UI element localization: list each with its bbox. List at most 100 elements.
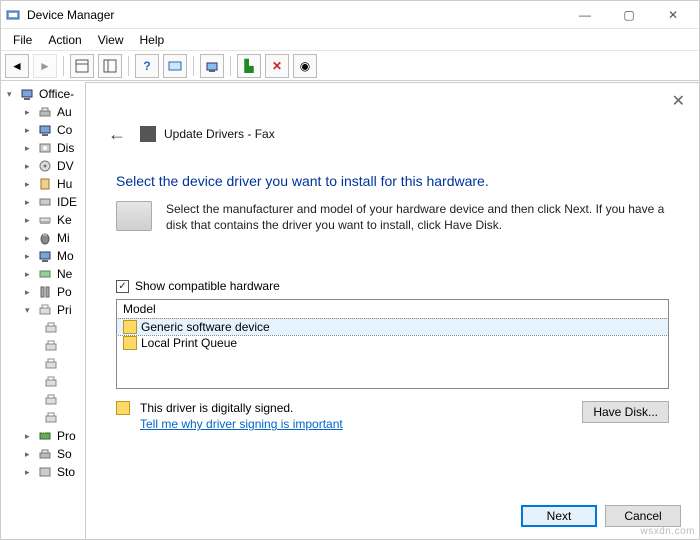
help-toolbtn[interactable]: ? bbox=[135, 54, 159, 78]
device-category-icon bbox=[37, 212, 53, 228]
app-icon bbox=[5, 7, 21, 23]
expand-icon[interactable]: ▾ bbox=[25, 305, 35, 316]
scan-toolbtn[interactable] bbox=[200, 54, 224, 78]
next-button[interactable]: Next bbox=[521, 505, 597, 527]
model-item-local-print-queue[interactable]: Local Print Queue bbox=[117, 335, 668, 351]
printer-icon bbox=[43, 320, 59, 336]
device-image-icon bbox=[116, 201, 152, 231]
expand-icon[interactable]: ▸ bbox=[25, 143, 35, 154]
driver-signing-link[interactable]: Tell me why driver signing is important bbox=[140, 417, 343, 431]
signed-text: This driver is digitally signed. bbox=[140, 401, 572, 415]
expand-icon[interactable]: ▸ bbox=[25, 467, 35, 478]
device-category-icon bbox=[37, 158, 53, 174]
device-category-icon bbox=[37, 140, 53, 156]
model-listbox[interactable]: Model Generic software device Local Prin… bbox=[116, 299, 669, 389]
have-disk-button[interactable]: Have Disk... bbox=[582, 401, 669, 423]
model-item-generic[interactable]: Generic software device bbox=[117, 319, 668, 335]
device-category-icon bbox=[37, 446, 53, 462]
expand-icon[interactable]: ▸ bbox=[25, 197, 35, 208]
tree-node-label: Pri bbox=[57, 303, 72, 317]
tree-node-label: Hu bbox=[57, 177, 72, 191]
update-toolbtn[interactable]: ▙ bbox=[237, 54, 261, 78]
tree-node-label: Ke bbox=[57, 213, 72, 227]
toolbtn-1[interactable] bbox=[70, 54, 94, 78]
dialog-instruction: Select the device driver you want to ins… bbox=[86, 145, 699, 201]
toolbar: ◄ ► ? ▙ ✕ ◉ bbox=[1, 51, 699, 81]
device-category-icon bbox=[37, 230, 53, 246]
tree-node-label: Mi bbox=[57, 231, 70, 245]
expand-icon[interactable]: ▸ bbox=[25, 161, 35, 172]
dialog-subtext: Select the manufacturer and model of you… bbox=[166, 201, 669, 233]
model-item-label: Generic software device bbox=[141, 320, 270, 334]
show-compatible-checkbox[interactable]: ✓ bbox=[116, 280, 129, 293]
device-category-icon bbox=[37, 266, 53, 282]
toolbtn-2[interactable] bbox=[98, 54, 122, 78]
tree-node-label: Co bbox=[57, 123, 72, 137]
device-icon bbox=[140, 126, 156, 142]
signed-driver-icon bbox=[123, 336, 137, 350]
model-column-header[interactable]: Model bbox=[117, 300, 668, 319]
printer-icon bbox=[43, 392, 59, 408]
menu-view[interactable]: View bbox=[90, 31, 132, 49]
tree-node-label: IDE bbox=[57, 195, 77, 209]
menubar: File Action View Help bbox=[1, 29, 699, 51]
tree-node-label: Mo bbox=[57, 249, 74, 263]
expand-icon[interactable]: ▸ bbox=[25, 107, 35, 118]
expand-icon[interactable]: ▸ bbox=[25, 449, 35, 460]
back-arrow-icon[interactable]: ← bbox=[108, 124, 126, 145]
expand-icon[interactable]: ▸ bbox=[25, 287, 35, 298]
watermark: wsxdn.com bbox=[640, 526, 695, 537]
tree-node-label: Pro bbox=[57, 429, 76, 443]
device-category-icon bbox=[37, 122, 53, 138]
printer-icon bbox=[43, 410, 59, 426]
device-category-icon bbox=[37, 302, 53, 318]
tree-node-label: So bbox=[57, 447, 72, 461]
minimize-button[interactable]: — bbox=[563, 8, 607, 22]
menu-file[interactable]: File bbox=[5, 31, 40, 49]
expand-icon[interactable]: ▸ bbox=[25, 215, 35, 226]
dialog-title: Update Drivers - Fax bbox=[164, 127, 275, 141]
tree-node-label: Dis bbox=[57, 141, 74, 155]
menu-action[interactable]: Action bbox=[40, 31, 89, 49]
expand-icon[interactable]: ▸ bbox=[25, 125, 35, 136]
expand-icon[interactable]: ▸ bbox=[25, 233, 35, 244]
forward-toolbtn[interactable]: ► bbox=[33, 54, 57, 78]
expand-icon[interactable]: ▾ bbox=[7, 89, 17, 100]
menu-help[interactable]: Help bbox=[132, 31, 173, 49]
tree-root-label: Office- bbox=[39, 87, 74, 101]
tree-node-label: Au bbox=[57, 105, 72, 119]
device-category-icon bbox=[37, 464, 53, 480]
expand-icon[interactable]: ▸ bbox=[25, 269, 35, 280]
device-category-icon bbox=[37, 104, 53, 120]
expand-icon[interactable]: ▸ bbox=[25, 431, 35, 442]
window-title: Device Manager bbox=[27, 8, 563, 22]
device-category-icon bbox=[37, 248, 53, 264]
back-toolbtn[interactable]: ◄ bbox=[5, 54, 29, 78]
tree-node-label: DV bbox=[57, 159, 74, 173]
tree-node-label: Sto bbox=[57, 465, 75, 479]
cancel-button[interactable]: Cancel bbox=[605, 505, 681, 527]
device-category-icon bbox=[37, 194, 53, 210]
computer-icon bbox=[19, 86, 35, 102]
tree-node-label: Po bbox=[57, 285, 72, 299]
device-category-icon bbox=[37, 428, 53, 444]
expand-icon[interactable]: ▸ bbox=[25, 251, 35, 262]
uninstall-toolbtn[interactable]: ✕ bbox=[265, 54, 289, 78]
printer-icon bbox=[43, 338, 59, 354]
expand-icon[interactable]: ▸ bbox=[25, 179, 35, 190]
tree-node-label: Ne bbox=[57, 267, 72, 281]
toolbtn-4[interactable] bbox=[163, 54, 187, 78]
titlebar: Device Manager — ▢ ✕ bbox=[1, 1, 699, 29]
dialog-close-button[interactable]: ✕ bbox=[672, 91, 685, 111]
show-compatible-label: Show compatible hardware bbox=[135, 279, 280, 293]
certificate-icon bbox=[116, 401, 130, 415]
printer-icon bbox=[43, 374, 59, 390]
maximize-button[interactable]: ▢ bbox=[607, 8, 651, 22]
update-driver-dialog: ✕ ← Update Drivers - Fax Select the devi… bbox=[85, 82, 699, 539]
printer-icon bbox=[43, 356, 59, 372]
signed-driver-icon bbox=[123, 320, 137, 334]
model-item-label: Local Print Queue bbox=[141, 336, 237, 350]
device-category-icon bbox=[37, 176, 53, 192]
close-button[interactable]: ✕ bbox=[651, 8, 695, 22]
scan-hardware-toolbtn[interactable]: ◉ bbox=[293, 54, 317, 78]
